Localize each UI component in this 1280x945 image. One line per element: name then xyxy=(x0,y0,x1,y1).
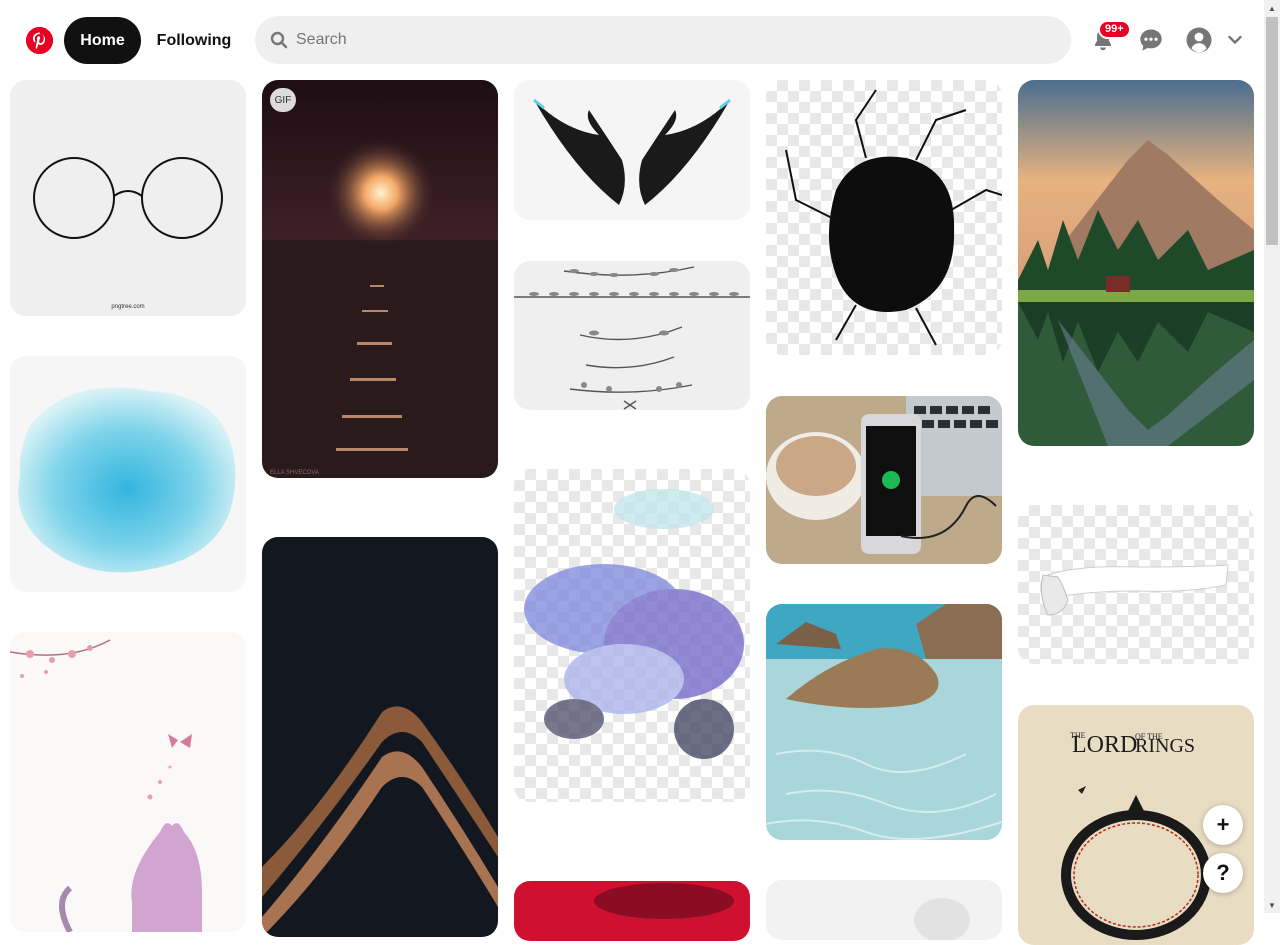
laurel-dividers-pin[interactable] xyxy=(514,261,750,410)
torn-paper-pin[interactable] xyxy=(1018,505,1254,664)
pinterest-logo-icon[interactable] xyxy=(26,27,53,54)
gif-badge: GIF xyxy=(270,88,296,112)
poster-title-line1: LORD xyxy=(1072,732,1137,758)
chevron-down-icon xyxy=(1228,35,1242,44)
purple-smoke-pin[interactable] xyxy=(514,469,750,802)
nav-following-button[interactable]: Following xyxy=(146,17,242,64)
avatar-icon xyxy=(1186,27,1212,53)
dark-gold-abstract-pin[interactable] xyxy=(262,537,498,937)
search-input[interactable] xyxy=(296,31,1056,49)
cracked-hole-pin[interactable] xyxy=(766,80,1002,355)
pink-cat-pin[interactable] xyxy=(10,632,246,932)
rocky-water-pin[interactable] xyxy=(766,604,1002,840)
accounts-menu-button[interactable] xyxy=(1221,22,1249,58)
search-bar[interactable] xyxy=(255,16,1071,64)
top-header: Home Following 99+ xyxy=(0,0,1264,80)
pin-caption: ELLA SHVECOVA xyxy=(270,470,319,476)
search-icon xyxy=(270,31,288,49)
sea-moon-pin[interactable]: ELLA SHVECOVA GIF xyxy=(262,80,498,478)
coffee-phone-pin[interactable] xyxy=(766,396,1002,564)
help-button[interactable]: ? xyxy=(1203,853,1243,893)
scroll-down-arrow-icon[interactable]: ▼ xyxy=(1264,897,1280,913)
pin-caption: pngtree.com xyxy=(111,304,144,310)
grey-pin[interactable] xyxy=(766,880,1002,940)
notifications-badge: 99+ xyxy=(1098,20,1131,39)
messages-button[interactable] xyxy=(1133,22,1169,58)
blue-watercolor-pin[interactable] xyxy=(10,356,246,592)
mountain-lake-pin[interactable] xyxy=(1018,80,1254,446)
scrollbar-thumb[interactable] xyxy=(1266,17,1278,245)
glasses-pin[interactable]: pngtree.com xyxy=(10,80,246,316)
black-wings-pin[interactable] xyxy=(514,80,750,220)
red-pin[interactable] xyxy=(514,881,750,941)
create-pin-button[interactable]: + xyxy=(1203,805,1243,845)
nav-home-button[interactable]: Home xyxy=(64,17,141,64)
scroll-up-arrow-icon[interactable]: ▲ xyxy=(1264,0,1280,16)
poster-title-line2: RINGS xyxy=(1135,735,1195,757)
profile-button[interactable] xyxy=(1181,22,1217,58)
message-icon xyxy=(1140,29,1162,51)
